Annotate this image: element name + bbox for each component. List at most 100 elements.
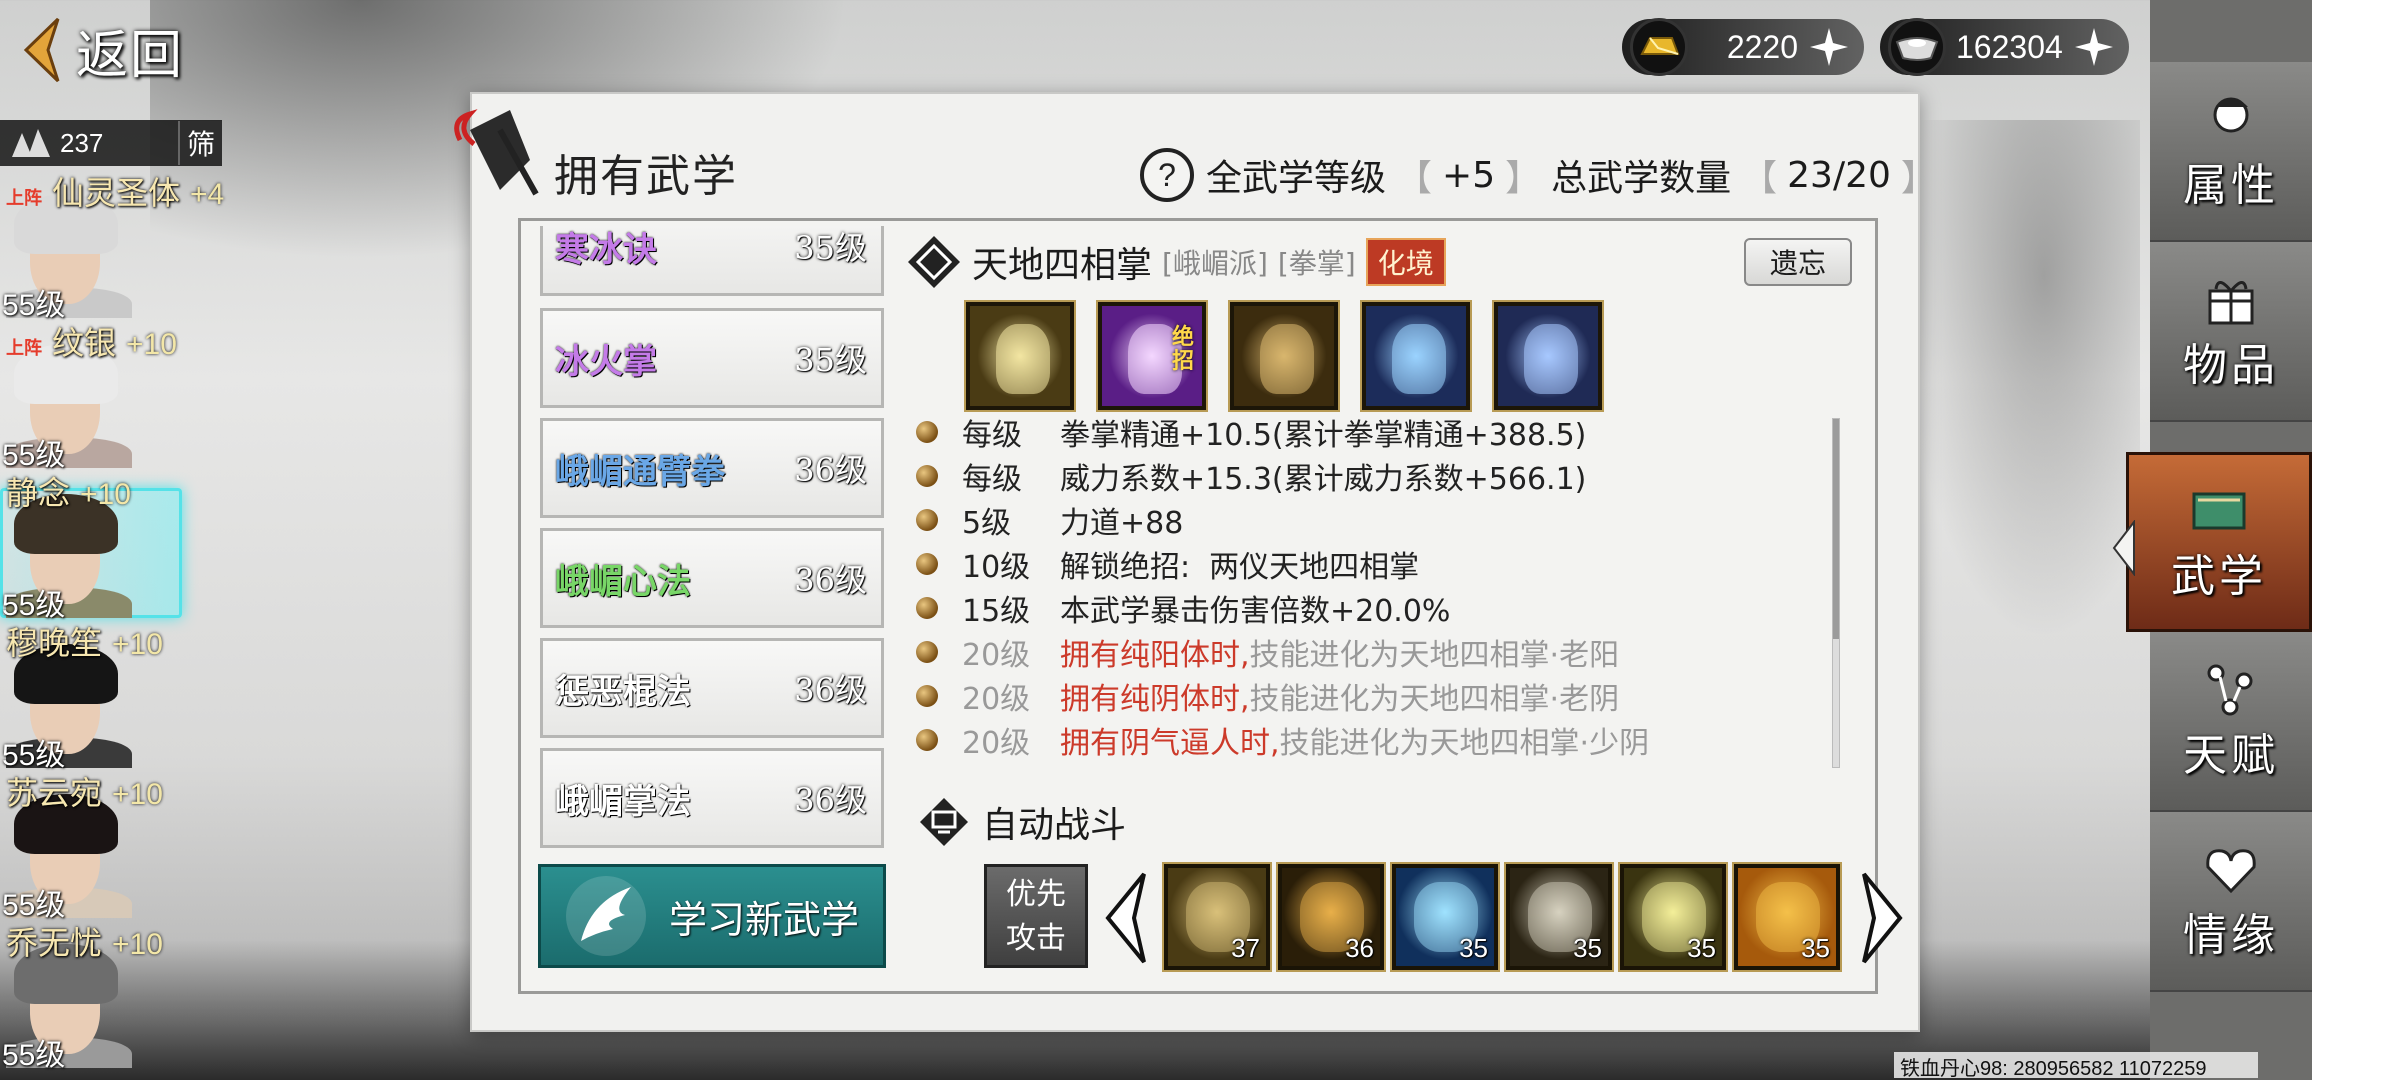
auto-skill-level: 35 xyxy=(1459,933,1488,963)
scrollbar-thumb[interactable] xyxy=(1833,419,1839,639)
effect-text: 本武学暴击伤害倍数+20.0% xyxy=(1060,594,1451,629)
auto-skill-slot[interactable]: 35 xyxy=(1620,864,1726,970)
skill-item-name: 峨嵋掌法 xyxy=(555,781,691,822)
disciple-count-icon xyxy=(12,129,50,157)
side-menu: 属性物品武学 天赋 情缘 xyxy=(2126,0,2312,1080)
auto-skill-slot[interactable]: 35 xyxy=(1392,864,1498,970)
roster-header: 237 筛 xyxy=(0,120,222,166)
skill-move-icon[interactable] xyxy=(1362,302,1470,410)
help-icon[interactable]: ? xyxy=(1138,146,1196,204)
skill-move-icons: 绝招 xyxy=(966,302,1602,410)
effect-condition: 拥有纯阴体时, xyxy=(1060,682,1250,717)
character-bonus: +10 xyxy=(80,478,131,511)
auto-skill-slot[interactable]: 36 xyxy=(1278,864,1384,970)
skill-move-icon[interactable] xyxy=(1494,302,1602,410)
talent-nodes-icon xyxy=(2207,664,2253,716)
skill-move-icon[interactable] xyxy=(966,302,1074,410)
effect-level: 20级 xyxy=(962,726,1031,761)
menu-tab[interactable]: 武学 xyxy=(2126,452,2312,632)
bracket-decoration: 【 xyxy=(1741,158,1778,199)
add-gold-icon[interactable] xyxy=(1808,26,1850,68)
filter-button[interactable]: 筛 xyxy=(178,121,222,165)
chevron-left-icon[interactable] xyxy=(1100,870,1152,966)
character-card[interactable]: 上阵 纹银 +10 55级 xyxy=(0,318,290,472)
on-duty-tag: 上阵 xyxy=(6,338,42,359)
priority-line-2: 攻击 xyxy=(1006,921,1066,956)
auto-skill-slot[interactable]: 35 xyxy=(1734,864,1840,970)
priority-attack-button[interactable]: 优先 攻击 xyxy=(984,864,1088,968)
skill-list-item[interactable]: 惩恶棍法 36级 xyxy=(540,638,884,738)
skill-item-name: 寒冰诀 xyxy=(555,229,657,270)
effect-text: 拳掌精通+10.5(累计拳掌精通+388.5) xyxy=(1060,418,1587,453)
skill-effects-list[interactable]: 每级 拳掌精通+10.5(累计拳掌精通+388.5) 每级 威力系数+15.3(累计威… xyxy=(916,412,1826,768)
skill-move-icon[interactable] xyxy=(1230,302,1338,410)
martial-summary: ? 全武学等级 【 +5 】 总武学数量 【 23/20 】 xyxy=(1138,146,1937,204)
skill-item-level: 35级 xyxy=(794,229,867,267)
character-bonus: +10 xyxy=(126,328,177,361)
effects-scrollbar[interactable] xyxy=(1832,418,1840,768)
character-card[interactable]: 上阵 仙灵圣体 +4 55级 xyxy=(0,168,290,322)
menu-tab[interactable]: 物品 xyxy=(2150,242,2312,422)
skill-list-item[interactable]: 寒冰诀 35级 xyxy=(540,226,884,296)
person-head-icon xyxy=(2213,97,2249,133)
realm-badge: 化境 xyxy=(1365,238,1446,286)
gold-ingot-icon xyxy=(1630,18,1688,76)
skill-list-item[interactable]: 峨嵋心法 36级 xyxy=(540,528,884,628)
menu-tab[interactable]: 天赋 xyxy=(2150,632,2312,812)
learn-new-skill-button[interactable]: 学习新武学 xyxy=(538,864,886,968)
skill-item-level: 35级 xyxy=(794,341,867,379)
character-card[interactable]: 穆晚笙 +10 55级 xyxy=(0,618,290,772)
skill-item-name: 峨嵋通臂拳 xyxy=(555,451,725,492)
skill-item-level: 36级 xyxy=(794,781,867,819)
martial-skill-list[interactable]: 寒冰诀 35级 冰火掌 35级 峨嵋通臂拳 36级 峨嵋心法 36级 惩恶棍法 36级 峨嵋掌法 36… xyxy=(536,226,886,866)
auto-skill-slot[interactable]: 37 xyxy=(1164,864,1270,970)
back-button[interactable]: 返回 xyxy=(18,10,238,90)
skill-sect: [峨嵋派] xyxy=(1162,247,1268,280)
effect-text: 解锁绝招: 两仪天地四相掌 xyxy=(1060,550,1420,585)
character-name: 穆晚笙 xyxy=(6,624,103,662)
menu-tab-label: 属性 xyxy=(2183,160,2279,211)
auto-battle-header: 自动战斗 xyxy=(918,796,1126,848)
character-card[interactable]: 乔无忧 +10 55级 xyxy=(0,918,290,1072)
bracket-decoration: 】 xyxy=(1900,158,1937,199)
skill-list-item[interactable]: 峨嵋通臂拳 36级 xyxy=(540,418,884,518)
skill-list-item[interactable]: 峨嵋掌法 36级 xyxy=(540,748,884,848)
skill-move-icon[interactable]: 绝招 xyxy=(1098,302,1206,410)
character-card[interactable]: 苏云宛 +10 55级 xyxy=(0,768,290,922)
active-tab-caret-icon xyxy=(2112,520,2135,576)
character-card[interactable]: 静念 +10 55级 xyxy=(0,468,290,622)
disciple-count: 237 xyxy=(60,127,104,158)
heart-knot-icon xyxy=(2206,849,2256,894)
skill-list-item[interactable]: 冰火掌 35级 xyxy=(540,308,884,408)
total-value: 23/20 xyxy=(1787,154,1891,196)
watermark: 铁血丹心98: 280956582 11072259 xyxy=(1894,1052,2258,1080)
chevron-right-icon[interactable] xyxy=(1856,870,1908,966)
character-list: 上阵 仙灵圣体 +4 55级 上阵 纹银 +10 55级 静念 +10 55级 穆晚笙 +10 55级 苏云… xyxy=(0,168,300,1080)
skill-detail-header: 天地四相掌 [峨嵋派] [拳掌] 化境 xyxy=(906,234,1446,290)
auto-battle-label: 自动战斗 xyxy=(982,805,1127,846)
effect-level: 15级 xyxy=(962,594,1031,629)
character-name: 仙灵圣体 xyxy=(52,174,181,212)
menu-tab[interactable]: 属性 xyxy=(2150,62,2312,242)
dart-emblem-icon xyxy=(454,109,539,196)
character-bonus: +10 xyxy=(112,928,163,961)
forget-button[interactable]: 遗忘 xyxy=(1744,238,1852,286)
effect-condition: 拥有纯阳体时, xyxy=(1060,638,1250,673)
gold-amount: 2220 xyxy=(1726,28,1798,65)
auto-skill-level: 35 xyxy=(1687,933,1716,963)
skill-title: 天地四相掌 xyxy=(972,245,1153,286)
silver-ingot-icon xyxy=(1888,18,1946,76)
gold-currency: 2220 xyxy=(1622,14,1864,80)
effect-text: 技能进化为天地四相掌·老阳 xyxy=(1249,638,1620,673)
add-silver-icon[interactable] xyxy=(2073,26,2115,68)
character-bonus: +10 xyxy=(112,778,163,811)
skill-item-level: 36级 xyxy=(794,561,867,599)
auto-skill-level: 36 xyxy=(1345,933,1374,963)
auto-skill-slot[interactable]: 35 xyxy=(1506,864,1612,970)
menu-tab[interactable]: 情缘 xyxy=(2150,812,2312,992)
bullet-icon xyxy=(916,685,938,707)
gift-box-icon xyxy=(2208,281,2254,325)
effect-row: 10级 解锁绝招: 两仪天地四相掌 xyxy=(916,544,1420,585)
character-level: 55级 xyxy=(2,1039,66,1072)
ultimate-tag: 绝招 xyxy=(1172,325,1195,374)
